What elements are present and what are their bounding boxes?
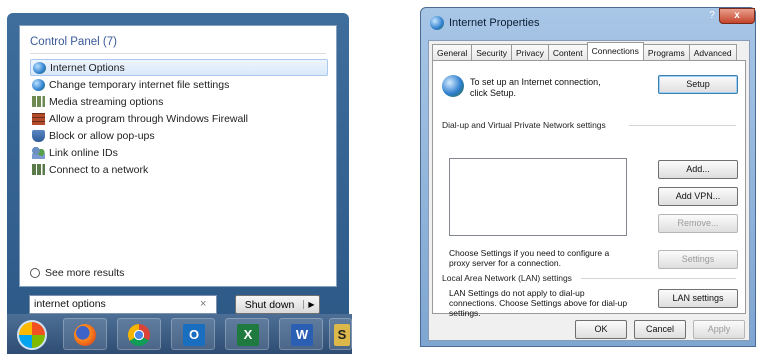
internet-options-icon [32,78,45,91]
group-divider [581,278,736,279]
outlook-icon: O [183,324,205,346]
result-link-ids[interactable]: Link online IDs [30,144,328,161]
shutdown-button[interactable]: Shut down ▶ [235,295,320,314]
lan-group-label: Local Area Network (LAN) settings [442,273,572,283]
see-more-label: See more results [45,267,125,279]
proxy-description: Choose Settings if you need to configure… [449,248,610,268]
sway-icon: S [334,324,350,346]
taskbar-excel[interactable]: X [225,318,269,350]
users-icon [32,146,45,159]
network-icon [32,96,45,107]
taskbar-firefox[interactable] [63,318,107,350]
shutdown-options-arrow-icon[interactable]: ▶ [303,300,319,309]
add-vpn-button[interactable]: Add VPN... [658,187,738,206]
group-divider [629,125,736,126]
result-firewall[interactable]: Allow a program through Windows Firewall [30,110,328,127]
shield-icon [32,129,45,142]
taskbar-chrome[interactable] [117,318,161,350]
excel-icon: X [237,324,259,346]
result-label: Link online IDs [49,146,118,159]
result-connect-network[interactable]: Connect to a network [30,161,328,178]
taskbar: O X W S [7,314,352,354]
chrome-icon [128,324,150,346]
word-icon: W [291,324,313,346]
clear-search-icon[interactable]: × [200,298,206,310]
settings-button[interactable]: Settings [658,250,738,269]
result-label: Internet Options [50,61,125,74]
see-more-results-link[interactable]: See more results [30,267,124,279]
cancel-button[interactable]: Cancel [634,320,686,339]
internet-options-icon [430,16,444,30]
taskbar-word[interactable]: W [279,318,323,350]
result-label: Allow a program through Windows Firewall [49,112,248,125]
result-label: Block or allow pop-ups [49,129,155,142]
tab-connections[interactable]: Connections [586,42,644,61]
lan-settings-button[interactable]: LAN settings [658,289,738,308]
network-icon [32,164,45,175]
result-label: Media streaming options [49,95,164,108]
shutdown-label: Shut down [244,298,295,311]
search-results-panel: Control Panel (7) Internet Options Chang… [19,25,337,287]
apply-button[interactable]: Apply [693,320,745,339]
taskbar-outlook[interactable]: O [171,318,215,350]
connections-tab-page: To set up an Internet connection, click … [432,60,746,318]
add-button[interactable]: Add... [658,160,738,179]
internet-options-icon [33,61,46,74]
globe-icon [442,75,464,97]
lan-description: LAN Settings do not apply to dial-up con… [449,288,628,318]
remove-button[interactable]: Remove... [658,214,738,233]
firewall-icon [32,112,45,125]
ok-button[interactable]: OK [575,320,627,339]
setup-button[interactable]: Setup [658,75,738,94]
dialog-body: General Security Privacy Content Connect… [428,40,750,341]
connections-list[interactable] [449,158,627,236]
result-media-streaming[interactable]: Media streaming options [30,93,328,110]
start-orb-icon [17,320,47,350]
result-change-temp-files[interactable]: Change temporary internet file settings [30,76,328,93]
result-label: Connect to a network [49,163,149,176]
heading-divider [30,53,326,54]
results-list: Internet Options Change temporary intern… [30,59,328,178]
dialog-title: Internet Properties [449,17,540,29]
dialup-group-label: Dial-up and Virtual Private Network sett… [442,120,606,130]
results-category-heading[interactable]: Control Panel (7) [30,36,117,48]
start-menu: Control Panel (7) Internet Options Chang… [7,13,349,340]
internet-properties-dialog: Internet Properties ? x General Security… [420,7,756,347]
start-button[interactable] [11,318,55,350]
result-popups[interactable]: Block or allow pop-ups [30,127,328,144]
result-label: Change temporary internet file settings [49,78,230,91]
firefox-icon [74,324,96,346]
start-search-input[interactable]: internet options [29,295,217,314]
close-button[interactable]: x [719,8,755,24]
taskbar-sway[interactable]: S [329,318,352,350]
search-icon [30,268,40,278]
result-internet-options[interactable]: Internet Options [30,59,328,76]
setup-description: To set up an Internet connection, click … [470,77,601,98]
